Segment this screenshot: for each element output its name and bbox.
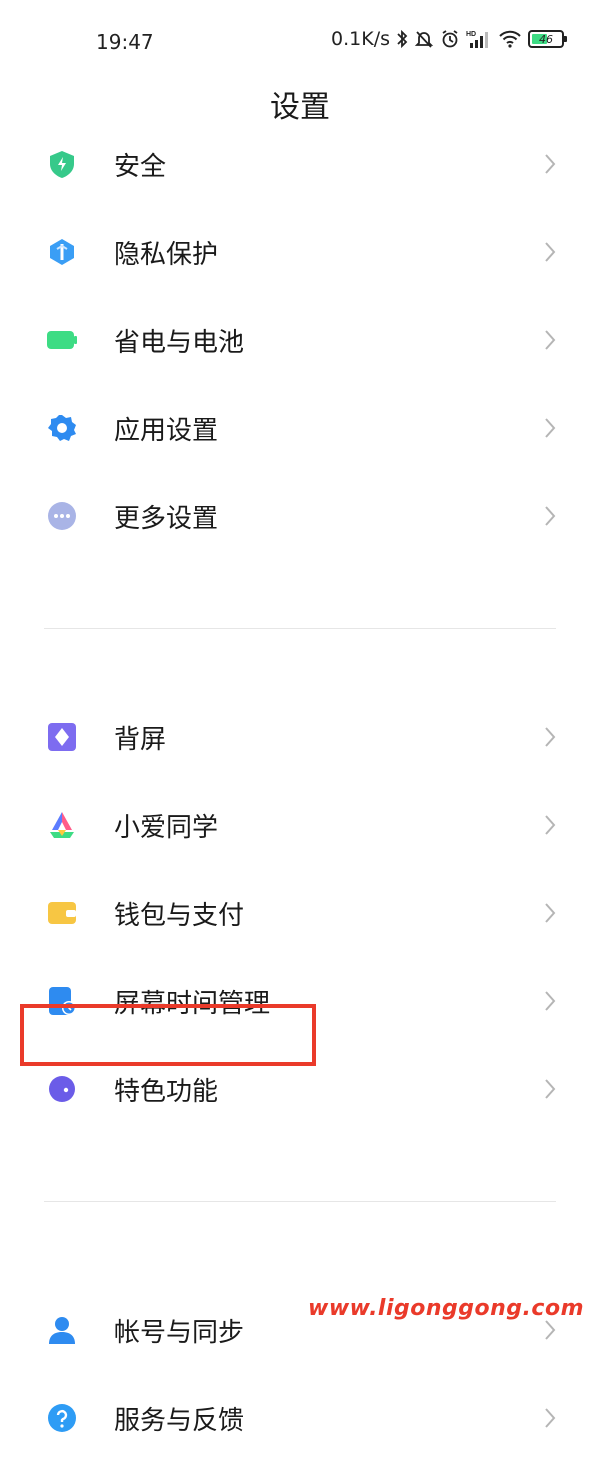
settings-item-label: 特色功能 <box>114 1076 219 1107</box>
settings-item-label: 安全 <box>114 151 167 182</box>
settings-item-battery[interactable]: 省电与电池 <box>0 296 600 384</box>
settings-item-label: 隐私保护 <box>114 239 219 270</box>
chevron-right-icon <box>545 330 556 350</box>
battery-level: 46 <box>539 32 553 46</box>
alarm-icon <box>440 29 460 49</box>
bluetooth-icon <box>396 29 408 49</box>
settings-item-label: 应用设置 <box>114 415 219 446</box>
status-icons: 0.1K/s HD 46 <box>331 28 567 50</box>
settings-item-security[interactable]: 安全 <box>0 120 600 208</box>
settings-item-service[interactable]: 服务与反馈 <box>0 1374 600 1462</box>
account-icon <box>46 1314 78 1346</box>
highlight-annotation <box>20 1004 316 1066</box>
settings-item-label: 帐号与同步 <box>114 1317 245 1348</box>
wallet-icon <box>46 897 78 929</box>
net-speed: 0.1K/s <box>331 28 390 50</box>
status-time: 19:47 <box>96 30 154 54</box>
settings-item-wallet[interactable]: 钱包与支付 <box>0 869 600 957</box>
battery-green-icon <box>46 324 78 356</box>
features-icon <box>46 1073 78 1105</box>
chevron-right-icon <box>545 418 556 438</box>
settings-item-label: 更多设置 <box>114 503 219 534</box>
chevron-right-icon <box>545 727 556 747</box>
help-icon <box>46 1402 78 1434</box>
settings-item-xiaoai[interactable]: 小爱同学 <box>0 781 600 869</box>
chevron-right-icon <box>545 506 556 526</box>
chevron-right-icon <box>545 815 556 835</box>
chevron-right-icon <box>545 991 556 1011</box>
chevron-right-icon <box>545 1320 556 1340</box>
status-bar: 19:47 0.1K/s HD 46 <box>0 0 600 84</box>
xiaoai-icon <box>46 809 78 841</box>
mute-bell-icon <box>414 29 434 49</box>
settings-list: 安全 隐私保护 省电与电池 应用设置 更多设置 背屏 小爱同学 钱包与支付 屏幕… <box>0 120 600 1462</box>
settings-item-label: 钱包与支付 <box>114 900 245 931</box>
settings-item-label: 省电与电池 <box>114 327 245 358</box>
wifi-icon <box>498 29 522 49</box>
settings-item-privacy[interactable]: 隐私保护 <box>0 208 600 296</box>
settings-item-label: 小爱同学 <box>114 812 219 843</box>
chevron-right-icon <box>545 1079 556 1099</box>
watermark: www.ligonggong.com <box>308 1296 584 1321</box>
gear-icon <box>46 412 78 444</box>
chevron-right-icon <box>545 1408 556 1428</box>
settings-item-apps[interactable]: 应用设置 <box>0 384 600 472</box>
settings-item-back-screen[interactable]: 背屏 <box>0 693 600 781</box>
chevron-right-icon <box>545 242 556 262</box>
shield-icon <box>46 148 78 180</box>
settings-item-label: 背屏 <box>114 724 167 755</box>
settings-item-more[interactable]: 更多设置 <box>0 472 600 560</box>
privacy-icon <box>46 236 78 268</box>
hd-signal-icon: HD <box>466 29 492 49</box>
settings-item-label: 服务与反馈 <box>114 1405 245 1436</box>
back-screen-icon <box>46 721 78 753</box>
svg-text:HD: HD <box>466 31 476 38</box>
more-dots-icon <box>46 500 78 532</box>
chevron-right-icon <box>545 154 556 174</box>
battery-icon: 46 <box>528 30 567 48</box>
chevron-right-icon <box>545 903 556 923</box>
